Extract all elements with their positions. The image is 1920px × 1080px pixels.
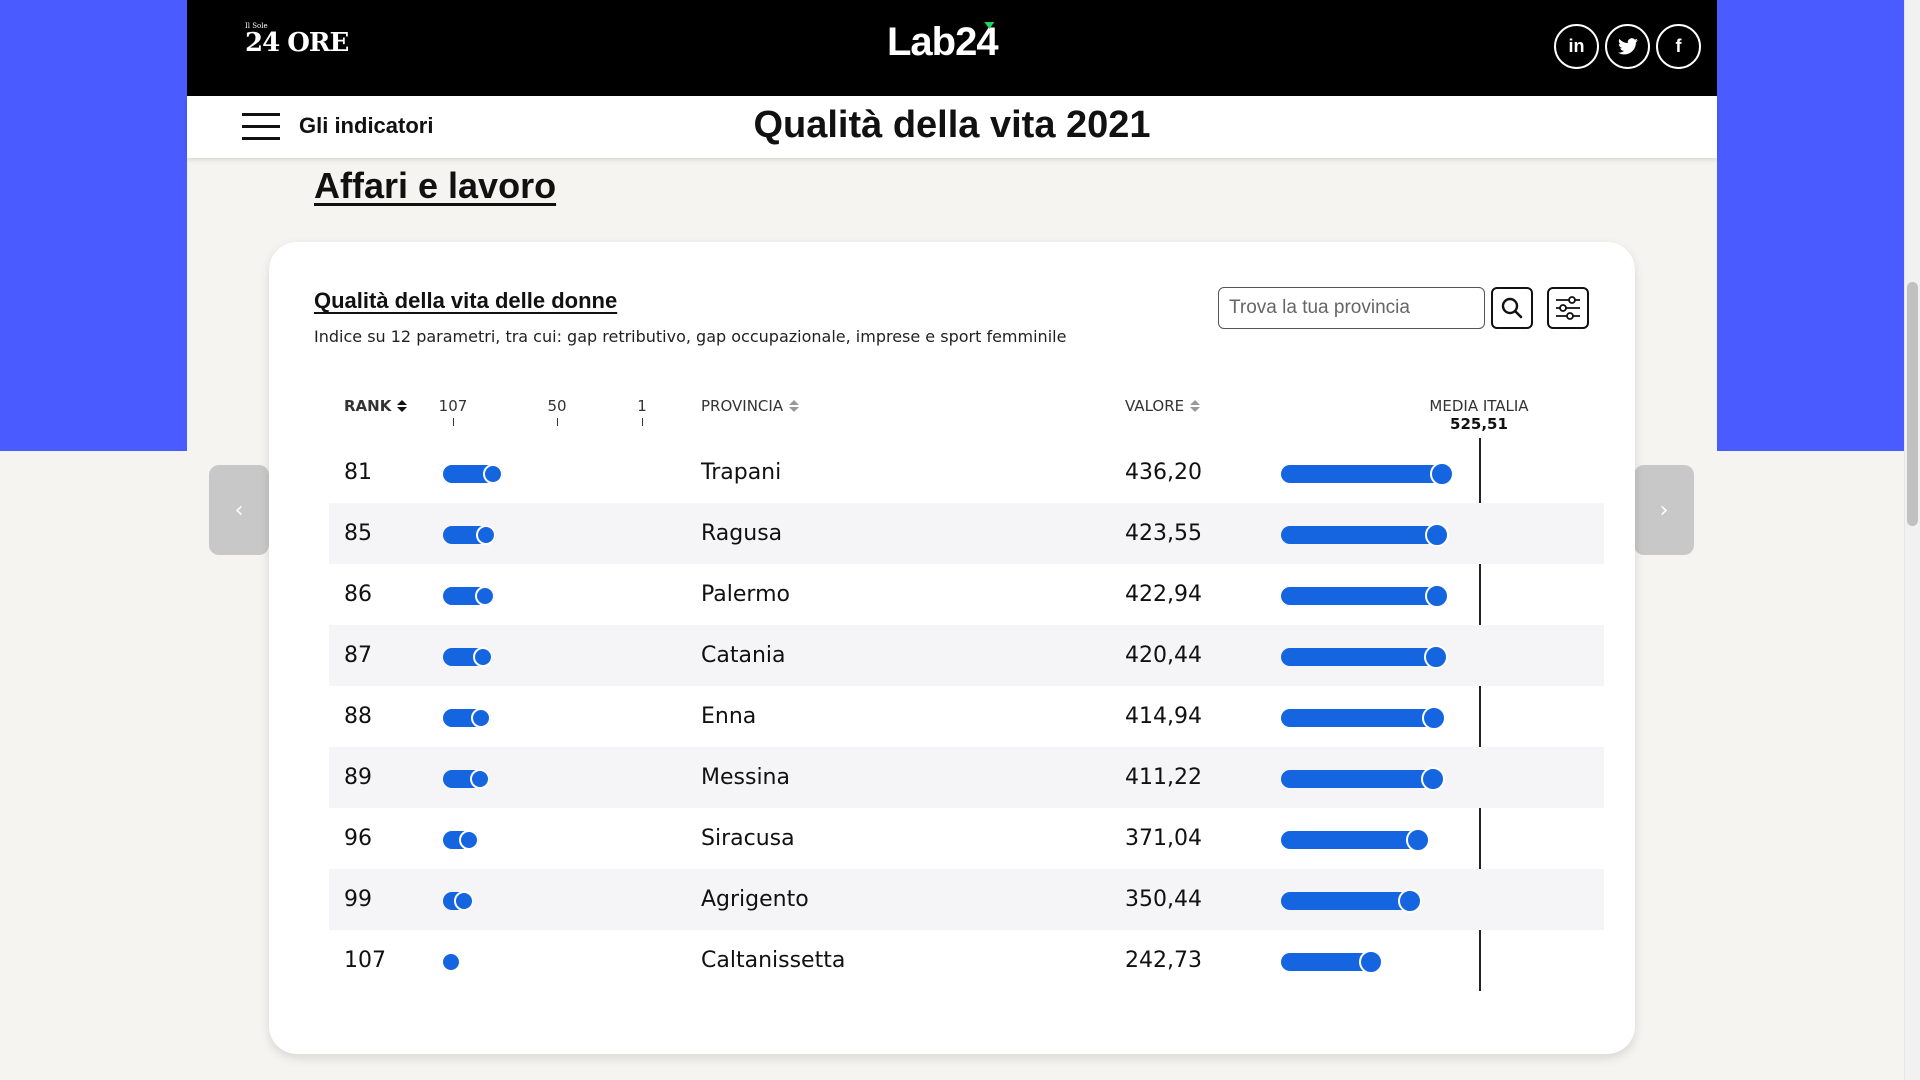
background-blue-left [0,0,187,451]
rank-dot [453,891,474,911]
value-dot [1406,828,1430,852]
scrollbar[interactable] [1904,0,1920,1080]
province-search-input[interactable] [1218,287,1485,329]
rank-value: 96 [344,826,372,851]
search-icon [1501,297,1523,319]
provincia-name[interactable]: Siracusa [701,826,795,851]
value-bar [1281,892,1411,910]
table-row[interactable]: 86 Palermo 422,94 [329,564,1604,625]
valore-value: 436,20 [1125,460,1202,485]
valore-value: 420,44 [1125,643,1202,668]
value-bar [1281,648,1437,666]
sliders-icon [1556,296,1580,320]
page: Il Sole 24 ORE Lab24 in f Gli indicatori… [187,0,1717,1080]
value-dot [1425,584,1450,608]
rank-dot [476,525,497,545]
sub-header: Gli indicatori Qualità della vita 2021 [187,96,1717,158]
value-dot [1398,889,1423,913]
linkedin-icon[interactable]: in [1554,24,1599,69]
value-bar [1281,709,1435,727]
valore-value: 411,22 [1125,765,1202,790]
provincia-name[interactable]: Palermo [701,582,790,607]
table-row[interactable]: 107 Caltanissetta 242,73 [329,930,1604,991]
provincia-sort-icon [789,400,800,412]
value-bar [1281,770,1433,788]
card-title[interactable]: Qualità della vita delle donne [314,288,617,314]
value-bar [1281,831,1418,849]
next-arrow-button[interactable]: › [1634,465,1694,555]
rank-dot [482,464,503,484]
value-bar [1281,587,1438,605]
rank-column-header[interactable]: RANK [344,397,408,415]
rank-dot [474,586,495,606]
valore-value: 350,44 [1125,887,1202,912]
scrollbar-thumb[interactable] [1907,282,1918,526]
provincia-name[interactable]: Catania [701,643,786,668]
background-blue-right [1717,0,1904,451]
value-bar [1281,526,1438,544]
rank-dot [469,769,490,789]
value-dot [1424,645,1449,669]
table-row[interactable]: 99 Agrigento 350,44 [329,869,1604,930]
filter-button[interactable] [1547,287,1589,329]
table-row[interactable]: 87 Catania 420,44 [329,625,1604,686]
value-dot [1420,767,1445,791]
valore-value: 242,73 [1125,948,1202,973]
rank-value: 88 [344,704,372,729]
search-button[interactable] [1491,287,1533,329]
rank-dot [471,708,492,728]
provincia-column-header[interactable]: PROVINCIA [701,397,800,415]
valore-value: 422,94 [1125,582,1202,607]
twitter-bird-icon [1617,38,1638,55]
sole-24-ore-logo[interactable]: Il Sole 24 ORE [245,22,349,58]
table-row[interactable]: 85 Ragusa 423,55 [329,503,1604,564]
top-header: Il Sole 24 ORE Lab24 in f [187,0,1717,96]
page-title: Qualità della vita 2021 [753,104,1151,146]
valore-value: 414,94 [1125,704,1202,729]
rank-value: 86 [344,582,372,607]
valore-value: 423,55 [1125,521,1202,546]
twitter-icon[interactable] [1605,24,1650,69]
value-bar [1281,465,1443,483]
value-dot [1358,950,1383,974]
provincia-name[interactable]: Ragusa [701,521,782,546]
valore-sort-icon [1190,400,1201,412]
rank-dot [441,952,461,972]
card-subtitle: Indice su 12 parametri, tra cui: gap ret… [314,327,1067,346]
scale-tick: 107 [433,397,473,426]
rank-value: 85 [344,521,372,546]
lab24-logo[interactable]: Lab24 [887,20,999,65]
prev-arrow-button[interactable]: ‹ [209,465,269,555]
rank-value: 81 [344,460,372,485]
scale-tick: 50 [537,397,577,426]
rank-value: 87 [344,643,372,668]
scale-tick: 1 [622,397,662,426]
ranking-card: Qualità della vita delle donne Indice su… [269,242,1635,1054]
provincia-name[interactable]: Messina [701,765,790,790]
provincia-name[interactable]: Agrigento [701,887,809,912]
rank-value: 107 [344,948,386,973]
section-title[interactable]: Affari e lavoro [314,165,556,207]
rank-value: 99 [344,887,372,912]
rank-sort-icon [397,400,408,412]
ranking-table: 81 Trapani 436,20 85 Ragusa 423,55 86 Palermo 42… [329,442,1604,991]
table-row[interactable]: 88 Enna 414,94 [329,686,1604,747]
value-dot [1430,462,1455,486]
facebook-icon[interactable]: f [1656,24,1701,69]
provincia-name[interactable]: Trapani [701,460,781,485]
rank-value: 89 [344,765,372,790]
rank-dot [458,830,479,850]
table-row[interactable]: 89 Messina 411,22 [329,747,1604,808]
media-italia-label: MEDIA ITALIA 525,51 [1429,397,1529,433]
rank-dot [473,647,494,667]
value-dot [1425,523,1450,547]
value-bar [1281,953,1371,971]
provincia-name[interactable]: Caltanissetta [701,948,845,973]
value-dot [1422,706,1447,730]
table-row[interactable]: 81 Trapani 436,20 [329,442,1604,503]
valore-value: 371,04 [1125,826,1202,851]
table-row[interactable]: 96 Siracusa 371,04 [329,808,1604,869]
provincia-name[interactable]: Enna [701,704,756,729]
valore-column-header[interactable]: VALORE [1125,397,1201,415]
